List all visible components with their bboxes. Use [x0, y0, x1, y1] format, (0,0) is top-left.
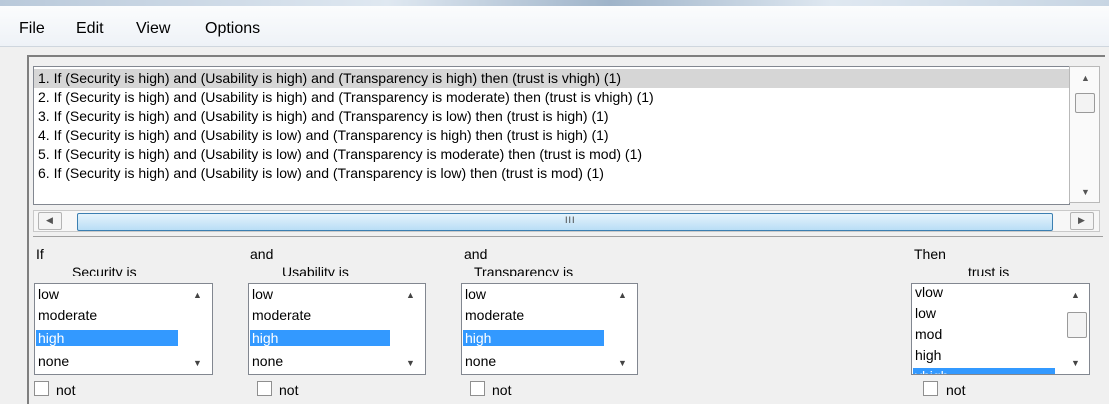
list-item[interactable]: none [463, 353, 604, 369]
usability-not-checkbox[interactable] [257, 381, 272, 396]
security-scrollbar[interactable]: ▲ ▼ [185, 284, 210, 374]
rule-row[interactable]: 4. If (Security is high) and (Usability … [34, 126, 1069, 145]
scroll-up-icon[interactable]: ▲ [618, 290, 627, 300]
list-item[interactable]: moderate [36, 307, 178, 323]
usability-title: Usability is [282, 264, 349, 276]
scroll-up-icon[interactable]: ▲ [193, 290, 202, 300]
menu-edit[interactable]: Edit [76, 20, 104, 38]
not-label: not [946, 382, 966, 398]
list-item-selected[interactable]: vhigh [913, 368, 1055, 374]
transparency-not-checkbox[interactable] [470, 381, 485, 396]
scroll-down-icon[interactable]: ▼ [406, 358, 415, 368]
rule-row[interactable]: 6. If (Security is high) and (Usability … [34, 164, 1069, 183]
then-label: Then [914, 246, 946, 262]
security-title: Security is [72, 264, 137, 276]
list-item[interactable]: high [913, 347, 1055, 363]
scroll-thumb[interactable]: III [77, 213, 1053, 231]
scroll-down-icon[interactable]: ▼ [618, 358, 627, 368]
rule-row[interactable]: 5. If (Security is high) and (Usability … [34, 145, 1069, 164]
and-label: and [464, 246, 488, 262]
menu-file[interactable]: File [19, 20, 45, 38]
menu-bar: File Edit View Options [0, 6, 1109, 47]
security-not-checkbox[interactable] [34, 381, 49, 396]
usability-scrollbar[interactable]: ▲ ▼ [398, 284, 423, 374]
list-item-selected[interactable]: high [250, 330, 390, 346]
rule-row[interactable]: 1. If (Security is high) and (Usability … [34, 69, 1069, 88]
list-item[interactable]: moderate [463, 307, 604, 323]
not-label: not [492, 382, 512, 398]
menu-view[interactable]: View [136, 20, 170, 38]
scroll-thumb[interactable] [1075, 93, 1095, 113]
trust-not-checkbox[interactable] [923, 381, 938, 396]
scroll-down-icon[interactable]: ▼ [1081, 187, 1090, 197]
separator [33, 236, 1103, 237]
scroll-right-button[interactable]: ▶ [1070, 212, 1094, 230]
list-item[interactable]: none [250, 353, 390, 369]
rule-row[interactable]: 3. If (Security is high) and (Usability … [34, 107, 1069, 126]
list-item-selected[interactable]: high [463, 330, 604, 346]
scroll-up-icon[interactable]: ▲ [1071, 290, 1080, 300]
if-label: If [36, 246, 44, 262]
menu-options[interactable]: Options [205, 20, 260, 38]
list-item[interactable]: low [250, 286, 390, 302]
list-item[interactable]: low [463, 286, 604, 302]
scroll-up-icon[interactable]: ▲ [406, 290, 415, 300]
rules-vertical-scrollbar[interactable]: ▲ ▼ [1069, 66, 1100, 203]
list-item[interactable]: low [913, 305, 1055, 321]
usability-listbox[interactable]: low moderate high none ▲ ▼ [248, 283, 426, 375]
rules-list[interactable]: 1. If (Security is high) and (Usability … [33, 66, 1070, 205]
trust-scrollbar[interactable]: ▲ ▼ [1063, 284, 1088, 374]
trust-listbox[interactable]: vlow low mod high vhigh ▲ ▼ [911, 283, 1090, 375]
list-item-selected[interactable]: high [36, 330, 178, 346]
scroll-left-button[interactable]: ◀ [38, 212, 62, 230]
trust-title: trust is [968, 264, 1010, 276]
scroll-right-icon: ▶ [1078, 215, 1085, 225]
transparency-scrollbar[interactable]: ▲ ▼ [610, 284, 635, 374]
transparency-title: Transparency is [474, 264, 574, 276]
list-item[interactable]: vlow [913, 284, 1055, 300]
not-label: not [279, 382, 299, 398]
security-listbox[interactable]: low moderate high none ▲ ▼ [34, 283, 213, 375]
list-item[interactable]: mod [913, 326, 1055, 342]
transparency-listbox[interactable]: low moderate high none ▲ ▼ [461, 283, 638, 375]
grip-icon: III [565, 215, 576, 225]
scroll-up-icon[interactable]: ▲ [1081, 73, 1090, 83]
list-item[interactable]: moderate [250, 307, 390, 323]
scroll-thumb[interactable] [1067, 312, 1087, 338]
list-item[interactable]: low [36, 286, 178, 302]
rules-horizontal-scrollbar[interactable]: ◀ III ▶ [33, 210, 1100, 232]
scroll-down-icon[interactable]: ▼ [193, 358, 202, 368]
scroll-down-icon[interactable]: ▼ [1071, 358, 1080, 368]
list-item[interactable]: none [36, 353, 178, 369]
and-label: and [250, 246, 274, 262]
rule-row[interactable]: 2. If (Security is high) and (Usability … [34, 88, 1069, 107]
not-label: not [56, 382, 76, 398]
scroll-left-icon: ◀ [46, 215, 53, 225]
